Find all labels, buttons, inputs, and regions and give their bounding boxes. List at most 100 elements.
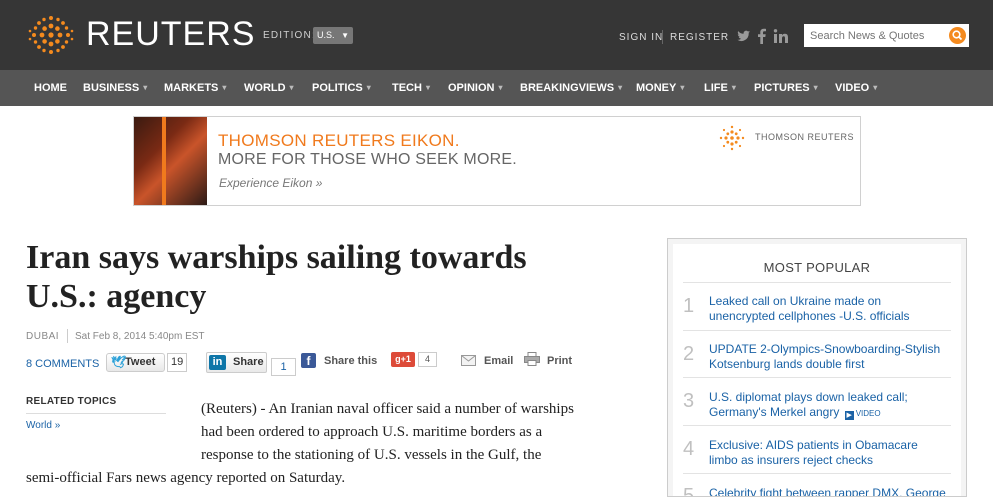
chevron-down-icon: ▾: [222, 83, 227, 92]
nav-item-life[interactable]: LIFE ▾: [704, 82, 736, 94]
sign-in-link[interactable]: SIGN IN: [619, 32, 663, 43]
popular-item-line: U.S. diplomat plays down leaked call;: [709, 390, 908, 404]
linkedin-share-button[interactable]: in Share: [206, 352, 267, 373]
reuters-logo-icon[interactable]: [27, 13, 75, 57]
chevron-down-icon: ▾: [498, 83, 503, 92]
double-chevron-right-icon: »: [315, 176, 323, 190]
nav-item-home[interactable]: HOME: [34, 82, 67, 94]
tweet-button[interactable]: 🕊 Tweet: [106, 353, 165, 372]
facebook-share-link[interactable]: Share this: [324, 355, 377, 367]
nav-label: POLITICS: [312, 82, 363, 94]
print-icon[interactable]: [524, 352, 540, 366]
nav-item-video[interactable]: VIDEO ▾: [835, 82, 877, 94]
popular-rank: 1: [683, 295, 695, 317]
tweet-label: Tweet: [125, 356, 156, 368]
facebook-icon[interactable]: [757, 28, 766, 44]
body-line: (Reuters) - An Iranian naval officer sai…: [201, 401, 574, 417]
popular-item-line: limbo as insurers reject checks: [709, 453, 874, 467]
headline-line-1: Iran says warships sailing towards: [26, 239, 527, 276]
nav-label: LIFE: [704, 82, 728, 94]
chevron-down-icon: ▾: [813, 83, 818, 92]
popular-rank: 3: [683, 390, 695, 412]
nav-label: OPINION: [448, 82, 495, 94]
popular-item-link[interactable]: Leaked call on Ukraine made on unencrypt…: [709, 294, 954, 324]
search-icon: [952, 30, 963, 41]
popular-rank: 5: [683, 485, 695, 497]
nav-item-opinion[interactable]: OPINION ▾: [448, 82, 502, 94]
comments-link[interactable]: 8 COMMENTS: [26, 358, 99, 370]
chevron-down-icon: ▾: [680, 83, 685, 92]
chevron-down-icon: ▾: [873, 83, 878, 92]
popular-item-line: Germany's Merkel angry: [709, 405, 840, 419]
twitter-bird-icon: 🕊: [111, 355, 127, 369]
popular-item-link[interactable]: U.S. diplomat plays down leaked call; Ge…: [709, 390, 954, 421]
divider: [683, 425, 951, 426]
chevron-down-icon: ▾: [618, 83, 623, 92]
search-button[interactable]: [949, 27, 966, 44]
popular-item-link[interactable]: UPDATE 2-Olympics-Snowboarding-Stylish K…: [709, 342, 954, 372]
edition-select[interactable]: U.S. ▼: [313, 27, 353, 44]
nav-item-markets[interactable]: MARKETS ▾: [164, 82, 226, 94]
related-topics-divider: [26, 413, 166, 414]
most-popular-list: MOST POPULAR 1 Leaked call on Ukraine ma…: [673, 244, 961, 497]
chevron-down-icon: ▾: [143, 83, 148, 92]
divider: [683, 473, 951, 474]
search-input[interactable]: [804, 24, 944, 47]
play-icon: ▶: [844, 411, 854, 420]
nav-item-business[interactable]: BUSINESS ▾: [83, 82, 147, 94]
nav-label: WORLD: [244, 82, 286, 94]
popular-item-link[interactable]: Exclusive: AIDS patients in Obamacare li…: [709, 438, 954, 468]
related-topic-world[interactable]: World »: [26, 420, 60, 431]
article-headline: Iran says warships sailing towards U.S.:…: [26, 238, 626, 316]
popular-item-line: Celebrity fight between rapper DMX, Geor…: [709, 486, 946, 497]
dateline-timestamp: Sat Feb 8, 2014 5:40pm EST: [75, 331, 205, 342]
nav-item-politics[interactable]: POLITICS ▾: [312, 82, 371, 94]
register-link[interactable]: REGISTER: [670, 32, 729, 43]
divider: [683, 330, 951, 331]
header-divider: [662, 30, 663, 44]
video-badge[interactable]: ▶ VIDEO: [844, 406, 881, 421]
chevron-down-icon: ▾: [731, 83, 736, 92]
chevron-down-icon: ▼: [341, 31, 349, 40]
most-popular-title: MOST POPULAR: [763, 260, 871, 275]
popular-item-line: Kotsenburg lands double first: [709, 357, 865, 371]
facebook-icon[interactable]: f: [301, 353, 316, 368]
ad-cta-link[interactable]: Experience Eikon »: [219, 176, 322, 190]
chevron-down-icon: ▾: [425, 83, 430, 92]
ad-title: THOMSON REUTERS EIKON.: [218, 131, 460, 150]
print-link[interactable]: Print: [547, 355, 572, 367]
email-link[interactable]: Email: [484, 355, 513, 367]
nav-label: BREAKINGVIEWS: [520, 82, 615, 94]
chevron-down-icon: ▾: [366, 83, 371, 92]
twitter-icon[interactable]: [737, 28, 751, 44]
ad-banner[interactable]: THOMSON REUTERS EIKON. MORE FOR THOSE WH…: [133, 116, 861, 206]
nav-label: MARKETS: [164, 82, 219, 94]
video-label: VIDEO: [855, 409, 881, 418]
popular-rank: 4: [683, 438, 695, 460]
google-plus-button[interactable]: g+1: [391, 352, 415, 367]
nav-label: BUSINESS: [83, 82, 140, 94]
popular-item-line: unencrypted cellphones -U.S. officials: [709, 309, 910, 323]
body-line: had been ordered to approach U.S. mariti…: [201, 424, 543, 440]
nav-item-money[interactable]: MONEY ▾: [636, 82, 684, 94]
dateline-location: DUBAI: [26, 331, 60, 342]
nav-item-tech[interactable]: TECH ▾: [392, 82, 430, 94]
nav-label: HOME: [34, 82, 67, 94]
nav-label: TECH: [392, 82, 422, 94]
nav-item-breakingviews[interactable]: BREAKINGVIEWS ▾: [520, 82, 622, 94]
nav-label: VIDEO: [835, 82, 870, 94]
main-nav: HOME BUSINESS ▾ MARKETS ▾ WORLD ▾ POLITICS ▾…: [0, 70, 993, 106]
ad-photo: [134, 117, 207, 205]
site-logo-text[interactable]: REUTERS: [86, 15, 255, 54]
linkedin-icon[interactable]: [773, 28, 789, 44]
ad-subtitle: MORE FOR THOSE WHO SEEK MORE.: [218, 151, 517, 168]
divider: [683, 377, 951, 378]
popular-item-link[interactable]: Celebrity fight between rapper DMX, Geor…: [709, 486, 954, 497]
popular-item-line: UPDATE 2-Olympics-Snowboarding-Stylish: [709, 342, 941, 356]
ad-cta-label: Experience Eikon: [219, 176, 313, 190]
nav-label: PICTURES: [754, 82, 810, 94]
tweet-count: 19: [167, 353, 188, 372]
nav-item-pictures[interactable]: PICTURES ▾: [754, 82, 818, 94]
nav-item-world[interactable]: WORLD ▾: [244, 82, 294, 94]
email-icon[interactable]: [461, 355, 476, 366]
